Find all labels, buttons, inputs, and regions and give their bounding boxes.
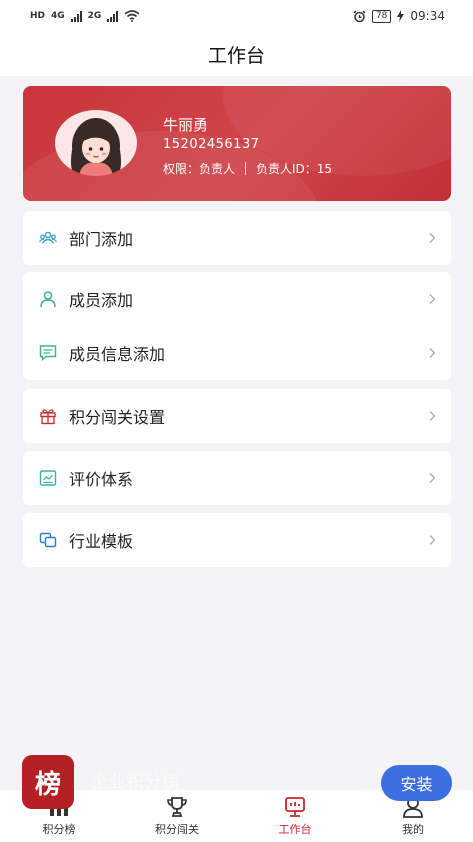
menu-card-department: 部门添加 xyxy=(23,211,451,265)
wifi-icon xyxy=(124,10,140,22)
tab-label: 工作台 xyxy=(278,823,312,836)
menu-item-label: 部门添加 xyxy=(69,230,134,249)
profile-name: 牛丽勇 xyxy=(163,116,209,134)
tab-label: 积分闯关 xyxy=(155,823,199,836)
menu-item-member-add[interactable]: 成员添加 xyxy=(23,272,451,326)
menu-item-label: 成员添加 xyxy=(69,291,134,310)
chevron-right-icon xyxy=(429,535,436,545)
menu-item-evaluation-system[interactable]: 评价体系 xyxy=(23,451,451,505)
status-bar: HD 4G 2G 78 09:34 xyxy=(0,0,473,32)
tab-workbench[interactable]: 工作台 xyxy=(250,790,340,842)
department-icon xyxy=(39,231,57,244)
menu-card-template: 行业模板 xyxy=(23,513,451,567)
trophy-icon xyxy=(167,797,187,817)
profile-permission-line: 权限：负责人 负责人ID：15 xyxy=(163,160,332,177)
promo-ghost-text: 企业积分榜 xyxy=(90,772,180,793)
signal-1-label: 4G xyxy=(51,11,65,21)
status-bar-left: HD 4G 2G xyxy=(30,10,140,22)
chevron-right-icon xyxy=(429,233,436,243)
status-bar-right: 78 09:34 xyxy=(353,9,445,23)
menu-item-label: 成员信息添加 xyxy=(69,345,166,364)
menu-item-label: 行业模板 xyxy=(69,532,134,551)
menu-item-points-level-settings[interactable]: 积分闯关设置 xyxy=(23,389,451,443)
divider xyxy=(245,162,247,175)
chevron-right-icon xyxy=(429,294,436,304)
owner-id-label: 负责人ID：15 xyxy=(256,162,333,176)
chevron-right-icon xyxy=(429,411,436,421)
alarm-icon xyxy=(353,9,366,22)
menu-card-evaluation: 评价体系 xyxy=(23,451,451,505)
install-button[interactable]: 安装 xyxy=(381,765,452,801)
profile-card: 牛丽勇 15202456137 权限：负责人 负责人ID：15 xyxy=(23,86,451,201)
avatar xyxy=(55,110,137,176)
chevron-right-icon xyxy=(429,473,436,483)
menu-item-dept-add[interactable]: 部门添加 xyxy=(23,211,451,265)
avatar-girl-illustration xyxy=(71,118,121,176)
person-icon xyxy=(40,291,56,308)
tab-label: 积分榜 xyxy=(42,823,76,836)
menu-card-members: 成员添加 成员信息添加 xyxy=(23,272,451,380)
charging-icon xyxy=(397,10,405,22)
menu-item-member-info-add[interactable]: 成员信息添加 xyxy=(23,326,451,380)
menu-item-label: 评价体系 xyxy=(69,470,134,489)
signal-2-label: 2G xyxy=(87,11,102,21)
tab-points-levels[interactable]: 积分闯关 xyxy=(132,790,222,842)
menu-card-points: 积分闯关设置 xyxy=(23,389,451,443)
status-time: 09:34 xyxy=(410,9,445,23)
gift-icon xyxy=(40,409,56,425)
workbench-icon xyxy=(285,797,305,817)
message-icon xyxy=(39,345,57,362)
page-header: 工作台 xyxy=(0,32,473,76)
battery-indicator: 78 xyxy=(371,9,392,23)
chart-icon xyxy=(39,470,57,486)
page-title: 工作台 xyxy=(207,44,265,67)
signal-2-icon xyxy=(107,10,119,22)
menu-item-industry-template[interactable]: 行业模板 xyxy=(23,513,451,567)
tab-label: 我的 xyxy=(402,823,424,836)
hd-badge: HD xyxy=(30,11,46,21)
app-logo[interactable]: 榜 xyxy=(22,755,74,809)
chevron-right-icon xyxy=(429,348,436,358)
signal-1-icon xyxy=(70,10,82,22)
profile-phone: 15202456137 xyxy=(163,137,260,152)
permission-label: 权限：负责人 xyxy=(163,162,236,176)
menu-item-label: 积分闯关设置 xyxy=(69,408,166,427)
template-icon xyxy=(39,532,57,548)
